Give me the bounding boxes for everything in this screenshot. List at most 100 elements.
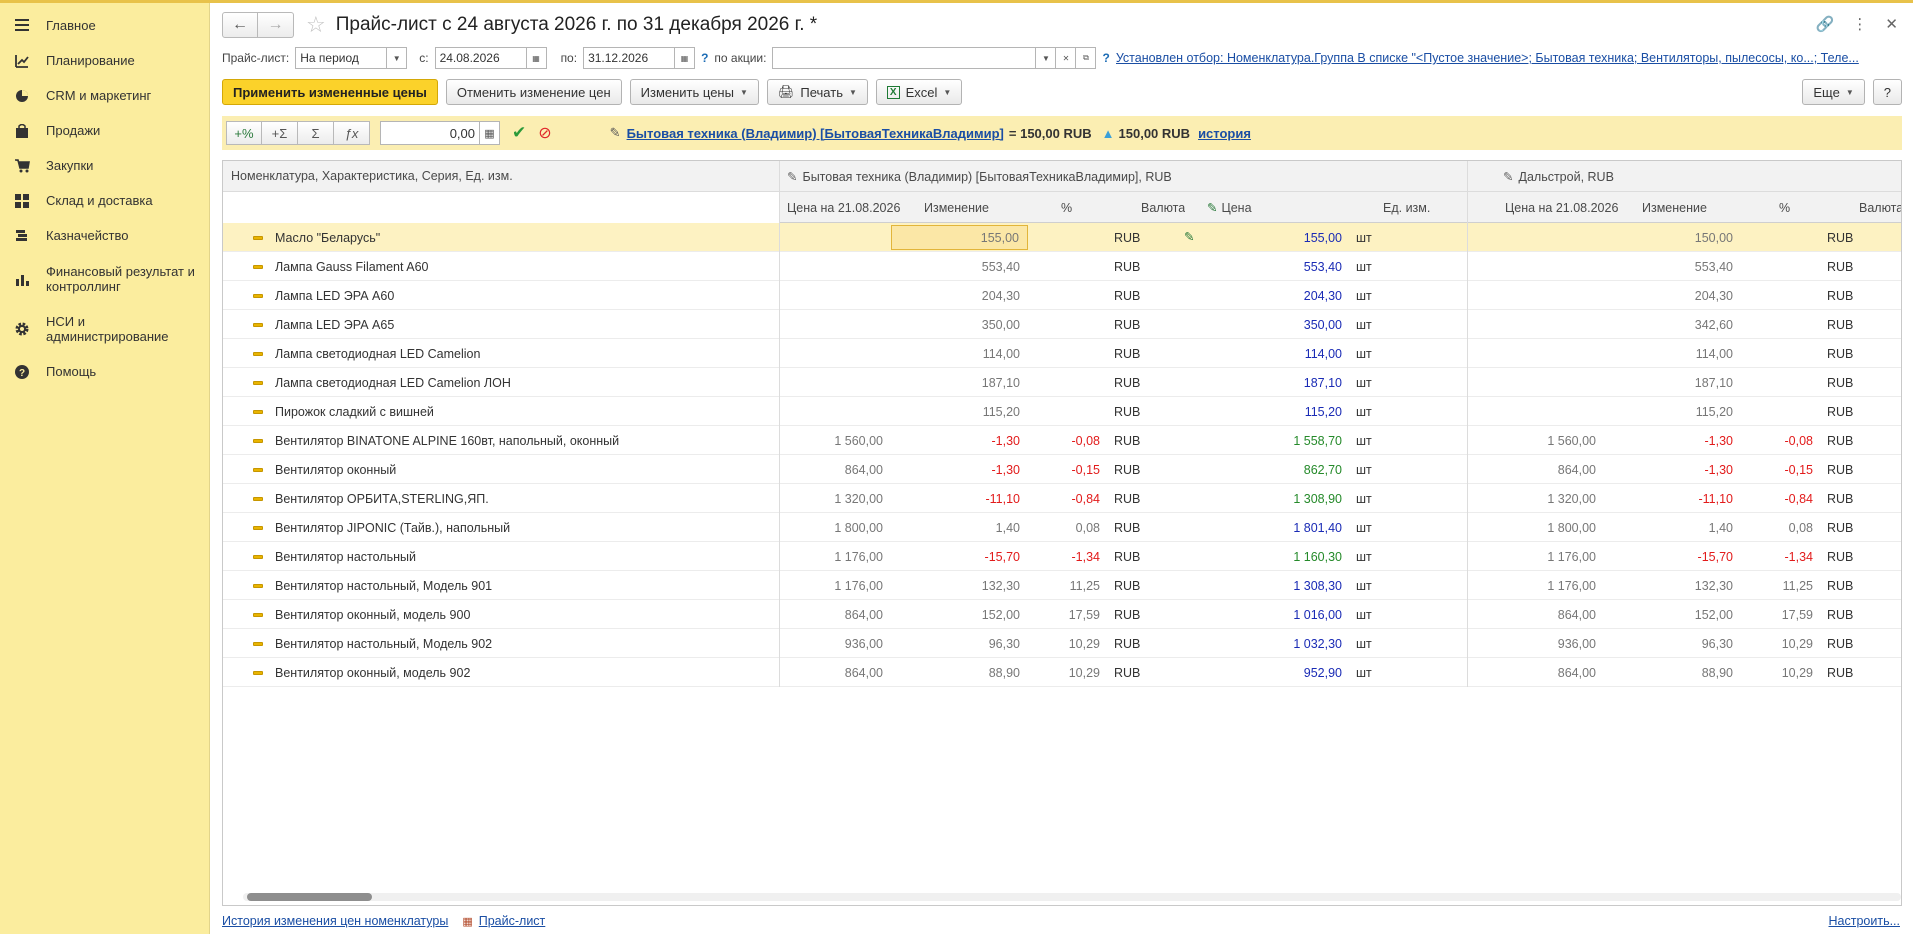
cell-unit[interactable]: шт (1350, 397, 1467, 426)
cell-c2[interactable]: 187,10 (1604, 368, 1741, 397)
cell-c2[interactable]: 96,30 (1604, 629, 1741, 658)
from-date-input[interactable]: 24.08.2026 (434, 47, 527, 69)
history-link[interactable]: история (1198, 126, 1251, 141)
cell-c2[interactable]: 114,00 (1604, 339, 1741, 368)
cell-cur2[interactable]: RUB (1821, 368, 1901, 397)
cell-pct1[interactable] (1028, 397, 1108, 426)
cell-pct2[interactable] (1741, 397, 1821, 426)
cell-price[interactable]: 1 308,30 (1174, 571, 1350, 600)
cell-price[interactable]: 204,30 (1174, 281, 1350, 310)
configure-link[interactable]: Настроить... (1829, 914, 1901, 928)
cell-price[interactable]: 115,20 (1174, 397, 1350, 426)
print-button[interactable]: 🖨 Печать ▼ (766, 79, 868, 105)
cell-cur2[interactable]: RUB (1821, 397, 1901, 426)
column-header-percent-2[interactable]: % (1779, 192, 1790, 223)
promo-clear-button[interactable]: ✕ (1056, 47, 1077, 69)
cell-unit[interactable]: шт (1350, 455, 1467, 484)
cell-price[interactable]: 1 308,90 (1174, 484, 1350, 513)
cell-p2[interactable] (1467, 252, 1604, 281)
cell-unit[interactable]: шт (1350, 629, 1467, 658)
column-header-price-date[interactable]: Цена на 21.08.2026 (787, 192, 900, 223)
cell-price[interactable]: 952,90 (1174, 658, 1350, 687)
cell-pct2[interactable]: -0,08 (1741, 426, 1821, 455)
cell-unit[interactable]: шт (1350, 368, 1467, 397)
cell-p2[interactable] (1467, 397, 1604, 426)
column-header-unit[interactable]: Ед. изм. (1383, 192, 1430, 223)
cell-cur1[interactable]: RUB (1108, 600, 1174, 629)
cell-p1[interactable]: 864,00 (779, 600, 891, 629)
cell-p1[interactable] (779, 397, 891, 426)
column-header-currency[interactable]: Валюта (1141, 192, 1185, 223)
filter-link[interactable]: Установлен отбор: Номенклатура.Группа В … (1116, 51, 1859, 65)
cell-unit[interactable]: шт (1350, 542, 1467, 571)
cell-p1[interactable]: 1 800,00 (779, 513, 891, 542)
sidebar-item-admin[interactable]: НСИ и администрирование (0, 304, 209, 354)
cell-c1[interactable]: 1,40 (891, 513, 1028, 542)
cancel-prices-button[interactable]: Отменить изменение цен (445, 79, 622, 105)
cell-pct2[interactable] (1741, 223, 1821, 252)
cell-p1[interactable]: 1 560,00 (779, 426, 891, 455)
add-percent-button[interactable]: +% (226, 121, 262, 145)
excel-button[interactable]: X Excel ▼ (875, 79, 963, 105)
cell-cur2[interactable]: RUB (1821, 658, 1901, 687)
cell-pct2[interactable]: 17,59 (1741, 600, 1821, 629)
cell-pct2[interactable]: -1,34 (1741, 542, 1821, 571)
cell-unit[interactable]: шт (1350, 223, 1467, 252)
cell-name[interactable]: Вентилятор JIPONIC (Тайв.), напольный (253, 513, 773, 542)
cell-cur2[interactable]: RUB (1821, 281, 1901, 310)
promo-input[interactable] (772, 47, 1037, 69)
column-header-nomenclature[interactable]: Номенклатура, Характеристика, Серия, Ед.… (231, 161, 771, 223)
from-calendar-button[interactable]: ▦ (526, 47, 547, 69)
cell-cur1[interactable]: RUB (1108, 484, 1174, 513)
promo-open-button[interactable]: ⧉ (1076, 47, 1097, 69)
cell-pct1[interactable] (1028, 339, 1108, 368)
cell-c1[interactable]: -1,30 (891, 455, 1028, 484)
cell-cur2[interactable]: RUB (1821, 571, 1901, 600)
cell-unit[interactable]: шт (1350, 484, 1467, 513)
cell-unit[interactable]: шт (1350, 571, 1467, 600)
cell-cur1[interactable]: RUB (1108, 455, 1174, 484)
cell-name[interactable]: Вентилятор оконный (253, 455, 773, 484)
cell-c2[interactable]: 204,30 (1604, 281, 1741, 310)
cell-c1[interactable]: 152,00 (891, 600, 1028, 629)
calculator-button[interactable]: ▦ (480, 121, 500, 145)
to-date-input[interactable]: 31.12.2026 (583, 47, 676, 69)
pricelist-select[interactable]: На период (295, 47, 388, 69)
cell-c2[interactable]: 152,00 (1604, 600, 1741, 629)
cell-c1[interactable]: 187,10 (891, 368, 1028, 397)
table-row[interactable]: Лампа LED ЭРА А65 350,00 RUB 350,00 шт 342,60… (223, 310, 1901, 339)
cell-p1[interactable] (779, 310, 891, 339)
cell-cur2[interactable]: RUB (1821, 542, 1901, 571)
cell-cur2[interactable]: RUB (1821, 513, 1901, 542)
column-header-price[interactable]: ✎ Цена (1207, 192, 1252, 223)
table-row[interactable]: Вентилятор настольный 1 176,00 -15,70 -1,34… (223, 542, 1901, 571)
cell-name[interactable]: Вентилятор настольный (253, 542, 773, 571)
to-calendar-button[interactable]: ▦ (675, 47, 696, 69)
help-icon[interactable]: ? (1102, 51, 1109, 65)
cell-c1[interactable]: 88,90 (891, 658, 1028, 687)
cell-p1[interactable]: 1 176,00 (779, 571, 891, 600)
cell-c2[interactable]: 132,30 (1604, 571, 1741, 600)
cell-p2[interactable]: 1 176,00 (1467, 571, 1604, 600)
cell-price[interactable]: 350,00 (1174, 310, 1350, 339)
cell-pct2[interactable]: 11,25 (1741, 571, 1821, 600)
sidebar-item-purchases[interactable]: Закупки (0, 148, 209, 183)
cell-c2[interactable]: -15,70 (1604, 542, 1741, 571)
cell-p1[interactable]: 864,00 (779, 658, 891, 687)
cell-cur2[interactable]: RUB (1821, 455, 1901, 484)
cell-cur2[interactable]: RUB (1821, 600, 1901, 629)
cell-pct2[interactable] (1741, 252, 1821, 281)
cell-pct2[interactable] (1741, 310, 1821, 339)
table-row[interactable]: Пирожок сладкий с вишней 115,20 RUB 115,20 ш… (223, 397, 1901, 426)
cell-p2[interactable] (1467, 281, 1604, 310)
cell-p1[interactable]: 864,00 (779, 455, 891, 484)
cell-price[interactable]: 114,00 (1174, 339, 1350, 368)
cell-cur1[interactable]: RUB (1108, 281, 1174, 310)
table-row[interactable]: Вентилятор оконный, модель 900 864,00 152,… (223, 600, 1901, 629)
cell-c2[interactable]: -1,30 (1604, 455, 1741, 484)
price-type-link[interactable]: Бытовая техника (Владимир) [БытоваяТехни… (627, 126, 1004, 141)
cell-p2[interactable]: 936,00 (1467, 629, 1604, 658)
cell-pct1[interactable]: 11,25 (1028, 571, 1108, 600)
cell-pct1[interactable]: 17,59 (1028, 600, 1108, 629)
cell-unit[interactable]: шт (1350, 252, 1467, 281)
